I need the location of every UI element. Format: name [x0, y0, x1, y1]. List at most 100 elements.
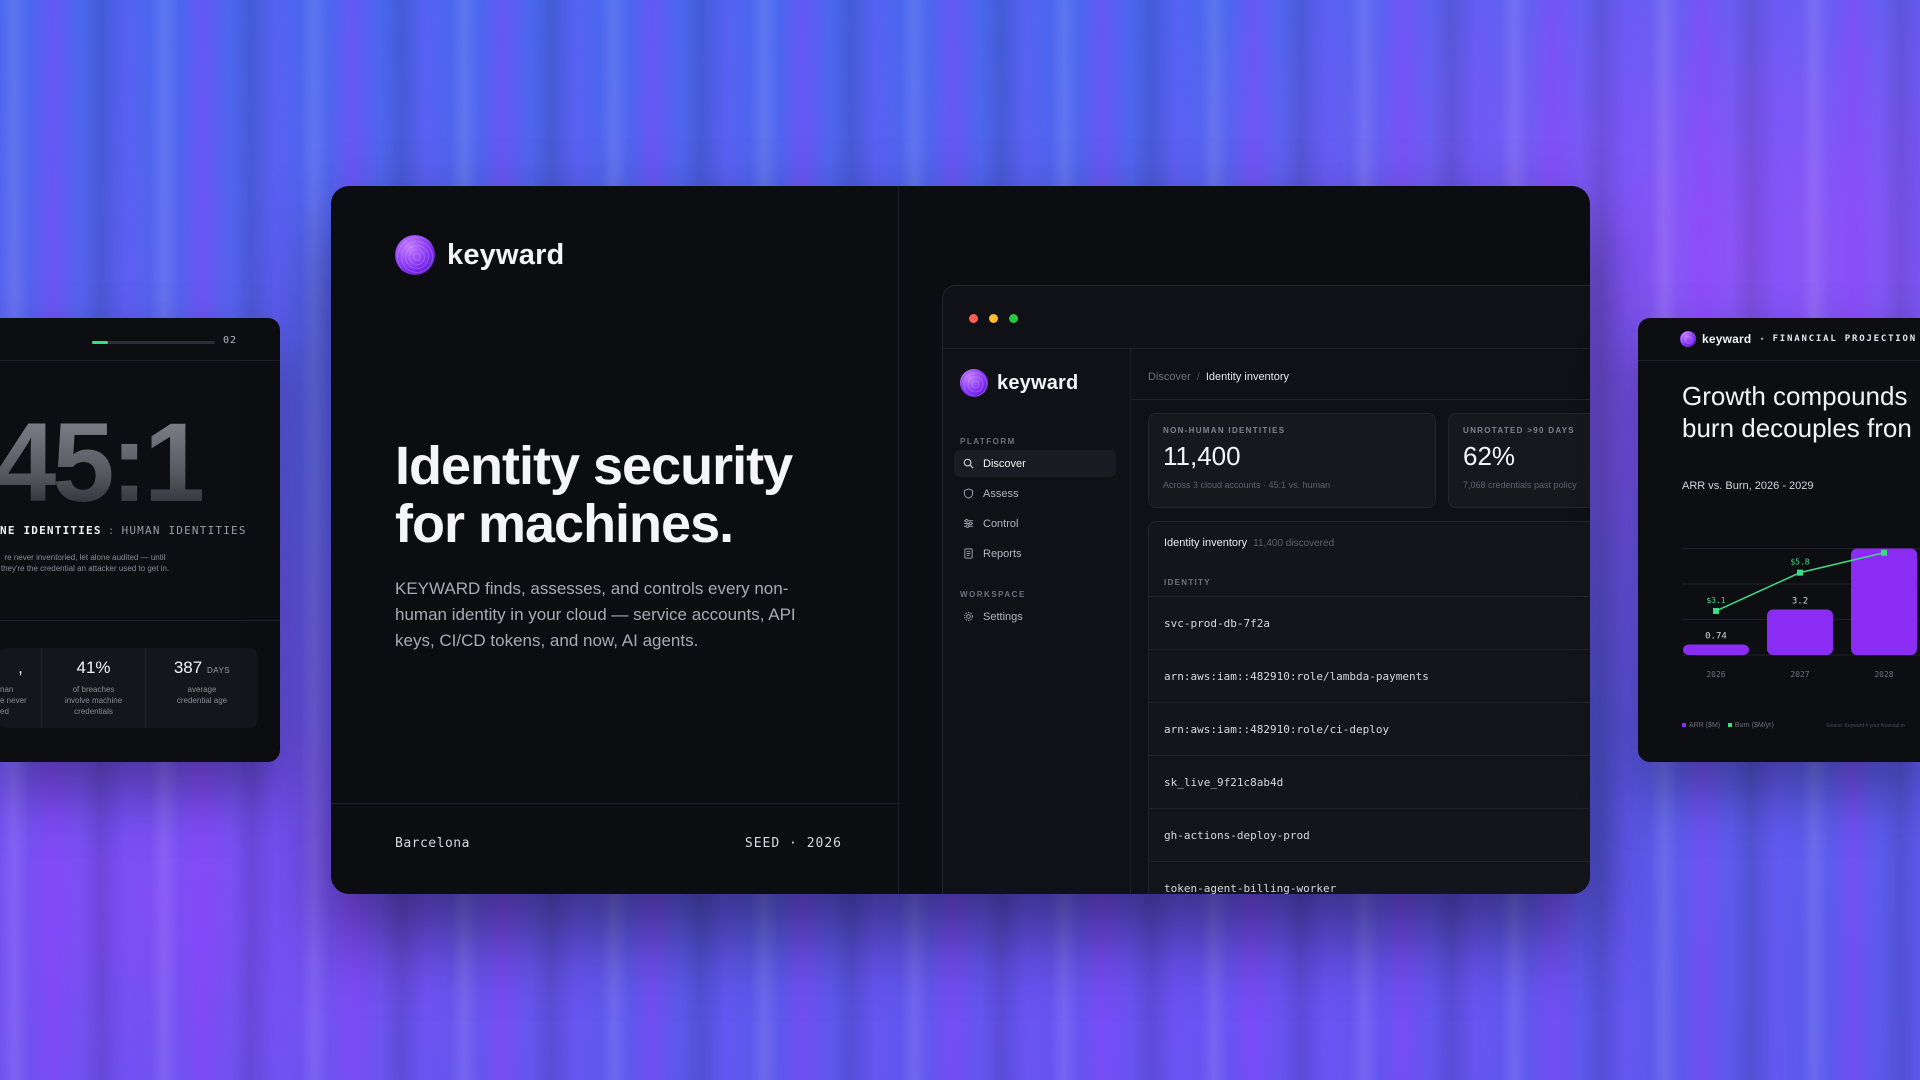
chart-tick-label: 2028	[1874, 670, 1893, 679]
chart-tick-label: 2027	[1790, 670, 1809, 679]
stat-cell: , nan e never ed	[0, 648, 42, 728]
chart-data-label: 0.74	[1705, 631, 1727, 641]
stat-unit: DAYS	[206, 666, 231, 675]
chart-title: ARR vs. Burn, 2026 - 2029	[1682, 480, 1814, 492]
chart-data-label: $3.1	[1706, 596, 1725, 605]
table-row[interactable]: arn:aws:iam::482910:role/ci-deploy	[1149, 703, 1590, 756]
column-header-identity[interactable]: IDENTITY	[1164, 578, 1211, 587]
breadcrumb-separator: /	[1196, 371, 1200, 383]
sidebar-item-reports[interactable]: Reports	[954, 540, 1116, 567]
brand-name: keyward	[447, 238, 565, 271]
stat-value: 41%	[76, 658, 111, 677]
sidebar-item-discover[interactable]: Discover	[954, 450, 1116, 477]
kpi-card-non-human-identities: NON-HUMAN IDENTITIES 11,400 Across 3 clo…	[1148, 413, 1436, 508]
window-titlebar	[943, 286, 1590, 349]
kpi-note: 7,068 credentials past policy	[1463, 480, 1577, 490]
sidebar-item-label: Control	[983, 517, 1019, 530]
hero-panel: keyward Identity security for machines. …	[331, 186, 899, 894]
window-maximize-dot[interactable]	[1009, 314, 1018, 323]
gear-icon	[964, 612, 973, 621]
hero-subtitle: KEYWARD finds, assesses, and controls ev…	[395, 579, 796, 650]
sidebar-item-label: Settings	[983, 610, 1023, 623]
search-icon	[963, 458, 974, 469]
stat-description: nan e never ed	[0, 685, 27, 716]
slide-progress-bar	[92, 341, 215, 344]
chart-source: Source: Keyward # your financial m	[1826, 723, 1905, 729]
arr-burn-chart: 0.74 3.2 $3.1 $5.8 2026 2027 2028	[1682, 548, 1920, 679]
brand-logo: keyward	[395, 235, 564, 275]
table-row[interactable]: gh-actions-deploy-prod	[1149, 809, 1590, 862]
slide-preview-right[interactable]: keyward • FINANCIAL PROJECTION Growth co…	[1638, 318, 1920, 762]
kpi-note: Across 3 cloud accounts · 45:1 vs. human	[1163, 480, 1331, 490]
sidebar-item-settings[interactable]: Settings	[954, 603, 1116, 630]
slide-title: Growth compounds burn decouples fron	[1682, 380, 1920, 444]
brand-name: keyward	[1702, 332, 1752, 346]
sidebar-item-label: Reports	[983, 547, 1022, 560]
table-title-text: Identity inventory	[1164, 537, 1248, 549]
table-row[interactable]: arn:aws:iam::482910:role/lambda-payments	[1149, 650, 1590, 703]
sidebar-item-assess[interactable]: Assess	[954, 480, 1116, 507]
ratio-caption-human: HUMAN IDENTITIES	[121, 524, 247, 537]
sidebar-item-label: Discover	[983, 457, 1026, 470]
slide-page-number: 02	[223, 335, 238, 346]
ratio-caption-separator: :	[107, 524, 116, 537]
slide-main: keyward Identity security for machines. …	[331, 186, 1590, 894]
stat-value: 387 DAYS	[146, 658, 258, 678]
chart-data-label: 3.2	[1792, 597, 1808, 607]
table-count: 11,400 discovered	[1253, 538, 1335, 549]
fingerprint-logo-icon	[395, 235, 435, 275]
stat-number: 387	[173, 658, 203, 677]
slide-progress-fill	[92, 341, 108, 344]
legend-label-burn: Burn ($M/yr)	[1734, 722, 1774, 729]
fingerprint-logo-icon	[1680, 331, 1696, 347]
sidebar-section-platform: PLATFORM	[960, 437, 1016, 446]
footer-location: Barcelona	[395, 836, 470, 851]
document-icon	[964, 548, 973, 559]
identity-table: Identity inventory 11,400 discovered IDEN…	[1148, 521, 1590, 894]
ratio-caption: NE IDENTITIES: HUMAN IDENTITIES	[0, 524, 247, 537]
window-minimize-dot[interactable]	[989, 314, 998, 323]
slide-title-line: burn decouples fron	[1682, 413, 1912, 443]
sliders-icon	[963, 519, 974, 528]
brand-name: keyward	[997, 371, 1079, 394]
slide-preview-left[interactable]: 02 45:1 NE IDENTITIES: HUMAN IDENTITIES r…	[0, 318, 280, 762]
table-row[interactable]: svc-prod-db-7f2a	[1149, 597, 1590, 650]
stat-cell: 387 DAYS average credential age	[146, 648, 258, 728]
slide-header: keyward • FINANCIAL PROJECTION	[1680, 331, 1917, 347]
stat-description: average credential age	[176, 685, 228, 705]
chart-point	[1881, 549, 1887, 556]
sidebar-item-control[interactable]: Control	[954, 510, 1116, 537]
main-content: Discover / Identity inventory NON-HUMAN ID…	[1131, 349, 1590, 894]
divider	[1638, 360, 1920, 361]
sidebar: keyward PLATFORM Discover Assess Control…	[943, 349, 1131, 894]
table-row[interactable]: sk_live_9f21c8ab4d	[1149, 756, 1590, 809]
kpi-value: 62%	[1463, 441, 1516, 471]
breadcrumb: Discover / Identity inventory	[1148, 371, 1289, 383]
slide-title-line: Growth compounds	[1682, 381, 1908, 411]
chart-bar	[1767, 609, 1833, 655]
ratio-description: re never inventoried, let alone audited …	[0, 553, 170, 573]
sidebar-brand[interactable]: keyward	[960, 369, 1078, 397]
breadcrumb-current: Identity inventory	[1205, 371, 1290, 383]
kpi-label: UNROTATED >90 DAYS	[1463, 426, 1575, 435]
divider	[0, 620, 280, 621]
chart-bar	[1683, 644, 1749, 655]
ratio-caption-machine: NE IDENTITIES	[0, 524, 102, 537]
ratio-figure: 45:1	[0, 398, 206, 527]
hero-title: Identity security for machines.	[395, 436, 793, 554]
chart-point	[1797, 569, 1803, 576]
stat-cell: 41% of breaches involve machine credenti…	[42, 648, 146, 728]
chart-data-label: $5.8	[1790, 558, 1809, 567]
table-title: Identity inventory 11,400 discovered	[1164, 537, 1334, 549]
legend-swatch-burn	[1727, 723, 1732, 728]
window-close-dot[interactable]	[969, 314, 978, 323]
sidebar-section-workspace: WORKSPACE	[960, 590, 1026, 599]
kpi-value: 11,400	[1163, 441, 1241, 471]
chart-bar	[1851, 548, 1917, 655]
stat-value: ,	[18, 658, 23, 677]
divider	[0, 360, 280, 361]
table-row[interactable]: token-agent-billing-worker	[1149, 862, 1590, 895]
footer-stage: SEED · 2026	[744, 836, 842, 851]
breadcrumb-parent[interactable]: Discover	[1148, 371, 1191, 383]
chart-legend: ARR ($M) Burn ($M/yr)	[1682, 722, 1774, 729]
